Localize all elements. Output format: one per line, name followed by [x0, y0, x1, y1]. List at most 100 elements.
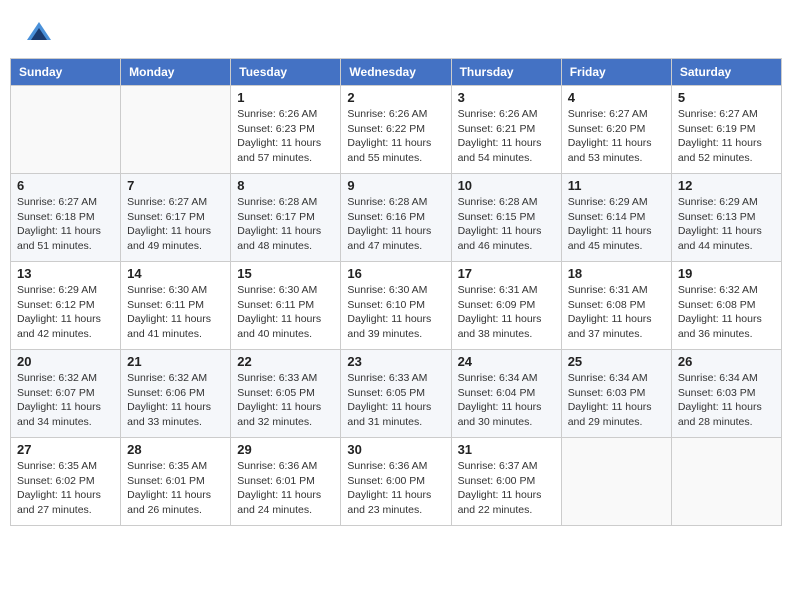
calendar-cell: 4 Sunrise: 6:27 AM Sunset: 6:20 PM Daylig… [561, 86, 671, 174]
day-number: 15 [237, 266, 334, 281]
calendar-cell [671, 438, 781, 526]
day-number: 5 [678, 90, 775, 105]
calendar-cell: 6Sunrise: 6:27 AM Sunset: 6:18 PM Daylig… [11, 174, 121, 262]
day-info: Sunrise: 6:28 AM Sunset: 6:17 PM Dayligh… [237, 195, 334, 254]
day-header: Saturday [671, 59, 781, 86]
day-number: 20 [17, 354, 114, 369]
day-info: Sunrise: 6:32 AM Sunset: 6:08 PM Dayligh… [678, 283, 775, 342]
calendar-cell: 13Sunrise: 6:29 AM Sunset: 6:12 PM Dayli… [11, 262, 121, 350]
day-number: 31 [458, 442, 555, 457]
day-number: 13 [17, 266, 114, 281]
calendar-cell: 12 Sunrise: 6:29 AM Sunset: 6:13 PM Dayli… [671, 174, 781, 262]
calendar-cell: 3Sunrise: 6:26 AM Sunset: 6:21 PM Daylig… [451, 86, 561, 174]
calendar-cell: 19 Sunrise: 6:32 AM Sunset: 6:08 PM Dayli… [671, 262, 781, 350]
calendar-week-row: 13Sunrise: 6:29 AM Sunset: 6:12 PM Dayli… [11, 262, 782, 350]
day-number: 16 [347, 266, 444, 281]
calendar-cell: 16 Sunrise: 6:30 AM Sunset: 6:10 PM Dayli… [341, 262, 451, 350]
day-info: Sunrise: 6:29 AM Sunset: 6:13 PM Dayligh… [678, 195, 775, 254]
calendar-cell: 24Sunrise: 6:34 AM Sunset: 6:04 PM Dayli… [451, 350, 561, 438]
day-info: Sunrise: 6:35 AM Sunset: 6:02 PM Dayligh… [17, 459, 114, 518]
day-info: Sunrise: 6:31 AM Sunset: 6:08 PM Dayligh… [568, 283, 665, 342]
calendar-header [10, 10, 782, 53]
day-info: Sunrise: 6:30 AM Sunset: 6:11 PM Dayligh… [127, 283, 224, 342]
day-info: Sunrise: 6:27 AM Sunset: 6:17 PM Dayligh… [127, 195, 224, 254]
day-number: 4 [568, 90, 665, 105]
day-number: 22 [237, 354, 334, 369]
day-info: Sunrise: 6:27 AM Sunset: 6:19 PM Dayligh… [678, 107, 775, 166]
calendar-cell: 14 Sunrise: 6:30 AM Sunset: 6:11 PM Dayli… [121, 262, 231, 350]
day-number: 14 [127, 266, 224, 281]
day-header: Monday [121, 59, 231, 86]
day-number: 8 [237, 178, 334, 193]
calendar-cell: 31 Sunrise: 6:37 AM Sunset: 6:00 PM Dayli… [451, 438, 561, 526]
calendar-week-row: 6Sunrise: 6:27 AM Sunset: 6:18 PM Daylig… [11, 174, 782, 262]
day-header: Thursday [451, 59, 561, 86]
calendar-cell: 1Sunrise: 6:26 AM Sunset: 6:23 PM Daylig… [231, 86, 341, 174]
day-header: Sunday [11, 59, 121, 86]
calendar-cell: 23 Sunrise: 6:33 AM Sunset: 6:05 PM Dayli… [341, 350, 451, 438]
calendar-cell [561, 438, 671, 526]
day-number: 21 [127, 354, 224, 369]
calendar-cell: 29 Sunrise: 6:36 AM Sunset: 6:01 PM Dayli… [231, 438, 341, 526]
day-info: Sunrise: 6:33 AM Sunset: 6:05 PM Dayligh… [347, 371, 444, 430]
calendar-cell: 18 Sunrise: 6:31 AM Sunset: 6:08 PM Dayli… [561, 262, 671, 350]
day-number: 2 [347, 90, 444, 105]
day-info: Sunrise: 6:33 AM Sunset: 6:05 PM Dayligh… [237, 371, 334, 430]
day-number: 7 [127, 178, 224, 193]
calendar-cell: 17Sunrise: 6:31 AM Sunset: 6:09 PM Dayli… [451, 262, 561, 350]
day-info: Sunrise: 6:34 AM Sunset: 6:03 PM Dayligh… [678, 371, 775, 430]
calendar-cell: 28 Sunrise: 6:35 AM Sunset: 6:01 PM Dayli… [121, 438, 231, 526]
day-number: 3 [458, 90, 555, 105]
calendar-cell: 22 Sunrise: 6:33 AM Sunset: 6:05 PM Dayli… [231, 350, 341, 438]
day-number: 30 [347, 442, 444, 457]
day-info: Sunrise: 6:30 AM Sunset: 6:10 PM Dayligh… [347, 283, 444, 342]
day-number: 29 [237, 442, 334, 457]
calendar-cell: 9 Sunrise: 6:28 AM Sunset: 6:16 PM Daylig… [341, 174, 451, 262]
day-info: Sunrise: 6:26 AM Sunset: 6:23 PM Dayligh… [237, 107, 334, 166]
day-info: Sunrise: 6:31 AM Sunset: 6:09 PM Dayligh… [458, 283, 555, 342]
day-number: 28 [127, 442, 224, 457]
day-number: 26 [678, 354, 775, 369]
calendar-cell: 8 Sunrise: 6:28 AM Sunset: 6:17 PM Daylig… [231, 174, 341, 262]
day-number: 23 [347, 354, 444, 369]
day-info: Sunrise: 6:27 AM Sunset: 6:20 PM Dayligh… [568, 107, 665, 166]
calendar-cell: 5 Sunrise: 6:27 AM Sunset: 6:19 PM Daylig… [671, 86, 781, 174]
day-number: 18 [568, 266, 665, 281]
day-number: 10 [458, 178, 555, 193]
calendar-cell: 20 Sunrise: 6:32 AM Sunset: 6:07 PM Dayli… [11, 350, 121, 438]
day-info: Sunrise: 6:26 AM Sunset: 6:22 PM Dayligh… [347, 107, 444, 166]
calendar-cell: 21 Sunrise: 6:32 AM Sunset: 6:06 PM Dayli… [121, 350, 231, 438]
day-info: Sunrise: 6:36 AM Sunset: 6:00 PM Dayligh… [347, 459, 444, 518]
day-info: Sunrise: 6:32 AM Sunset: 6:07 PM Dayligh… [17, 371, 114, 430]
logo-icon [25, 20, 53, 48]
day-info: Sunrise: 6:36 AM Sunset: 6:01 PM Dayligh… [237, 459, 334, 518]
day-number: 11 [568, 178, 665, 193]
calendar-cell [11, 86, 121, 174]
day-info: Sunrise: 6:34 AM Sunset: 6:03 PM Dayligh… [568, 371, 665, 430]
calendar-week-row: 20 Sunrise: 6:32 AM Sunset: 6:07 PM Dayli… [11, 350, 782, 438]
calendar-cell: 10Sunrise: 6:28 AM Sunset: 6:15 PM Dayli… [451, 174, 561, 262]
day-number: 12 [678, 178, 775, 193]
day-number: 19 [678, 266, 775, 281]
calendar-table: SundayMondayTuesdayWednesdayThursdayFrid… [10, 58, 782, 526]
day-info: Sunrise: 6:28 AM Sunset: 6:16 PM Dayligh… [347, 195, 444, 254]
day-header: Wednesday [341, 59, 451, 86]
calendar-cell: 2 Sunrise: 6:26 AM Sunset: 6:22 PM Daylig… [341, 86, 451, 174]
day-info: Sunrise: 6:37 AM Sunset: 6:00 PM Dayligh… [458, 459, 555, 518]
calendar-week-row: 1Sunrise: 6:26 AM Sunset: 6:23 PM Daylig… [11, 86, 782, 174]
day-info: Sunrise: 6:32 AM Sunset: 6:06 PM Dayligh… [127, 371, 224, 430]
day-number: 24 [458, 354, 555, 369]
day-number: 25 [568, 354, 665, 369]
calendar-cell: 11Sunrise: 6:29 AM Sunset: 6:14 PM Dayli… [561, 174, 671, 262]
day-number: 27 [17, 442, 114, 457]
day-info: Sunrise: 6:35 AM Sunset: 6:01 PM Dayligh… [127, 459, 224, 518]
calendar-cell: 26 Sunrise: 6:34 AM Sunset: 6:03 PM Dayli… [671, 350, 781, 438]
calendar-week-row: 27 Sunrise: 6:35 AM Sunset: 6:02 PM Dayli… [11, 438, 782, 526]
calendar-cell: 25 Sunrise: 6:34 AM Sunset: 6:03 PM Dayli… [561, 350, 671, 438]
calendar-cell: 7 Sunrise: 6:27 AM Sunset: 6:17 PM Daylig… [121, 174, 231, 262]
calendar-header-row: SundayMondayTuesdayWednesdayThursdayFrid… [11, 59, 782, 86]
calendar-cell: 27 Sunrise: 6:35 AM Sunset: 6:02 PM Dayli… [11, 438, 121, 526]
day-number: 9 [347, 178, 444, 193]
calendar-cell: 30 Sunrise: 6:36 AM Sunset: 6:00 PM Dayli… [341, 438, 451, 526]
day-header: Friday [561, 59, 671, 86]
